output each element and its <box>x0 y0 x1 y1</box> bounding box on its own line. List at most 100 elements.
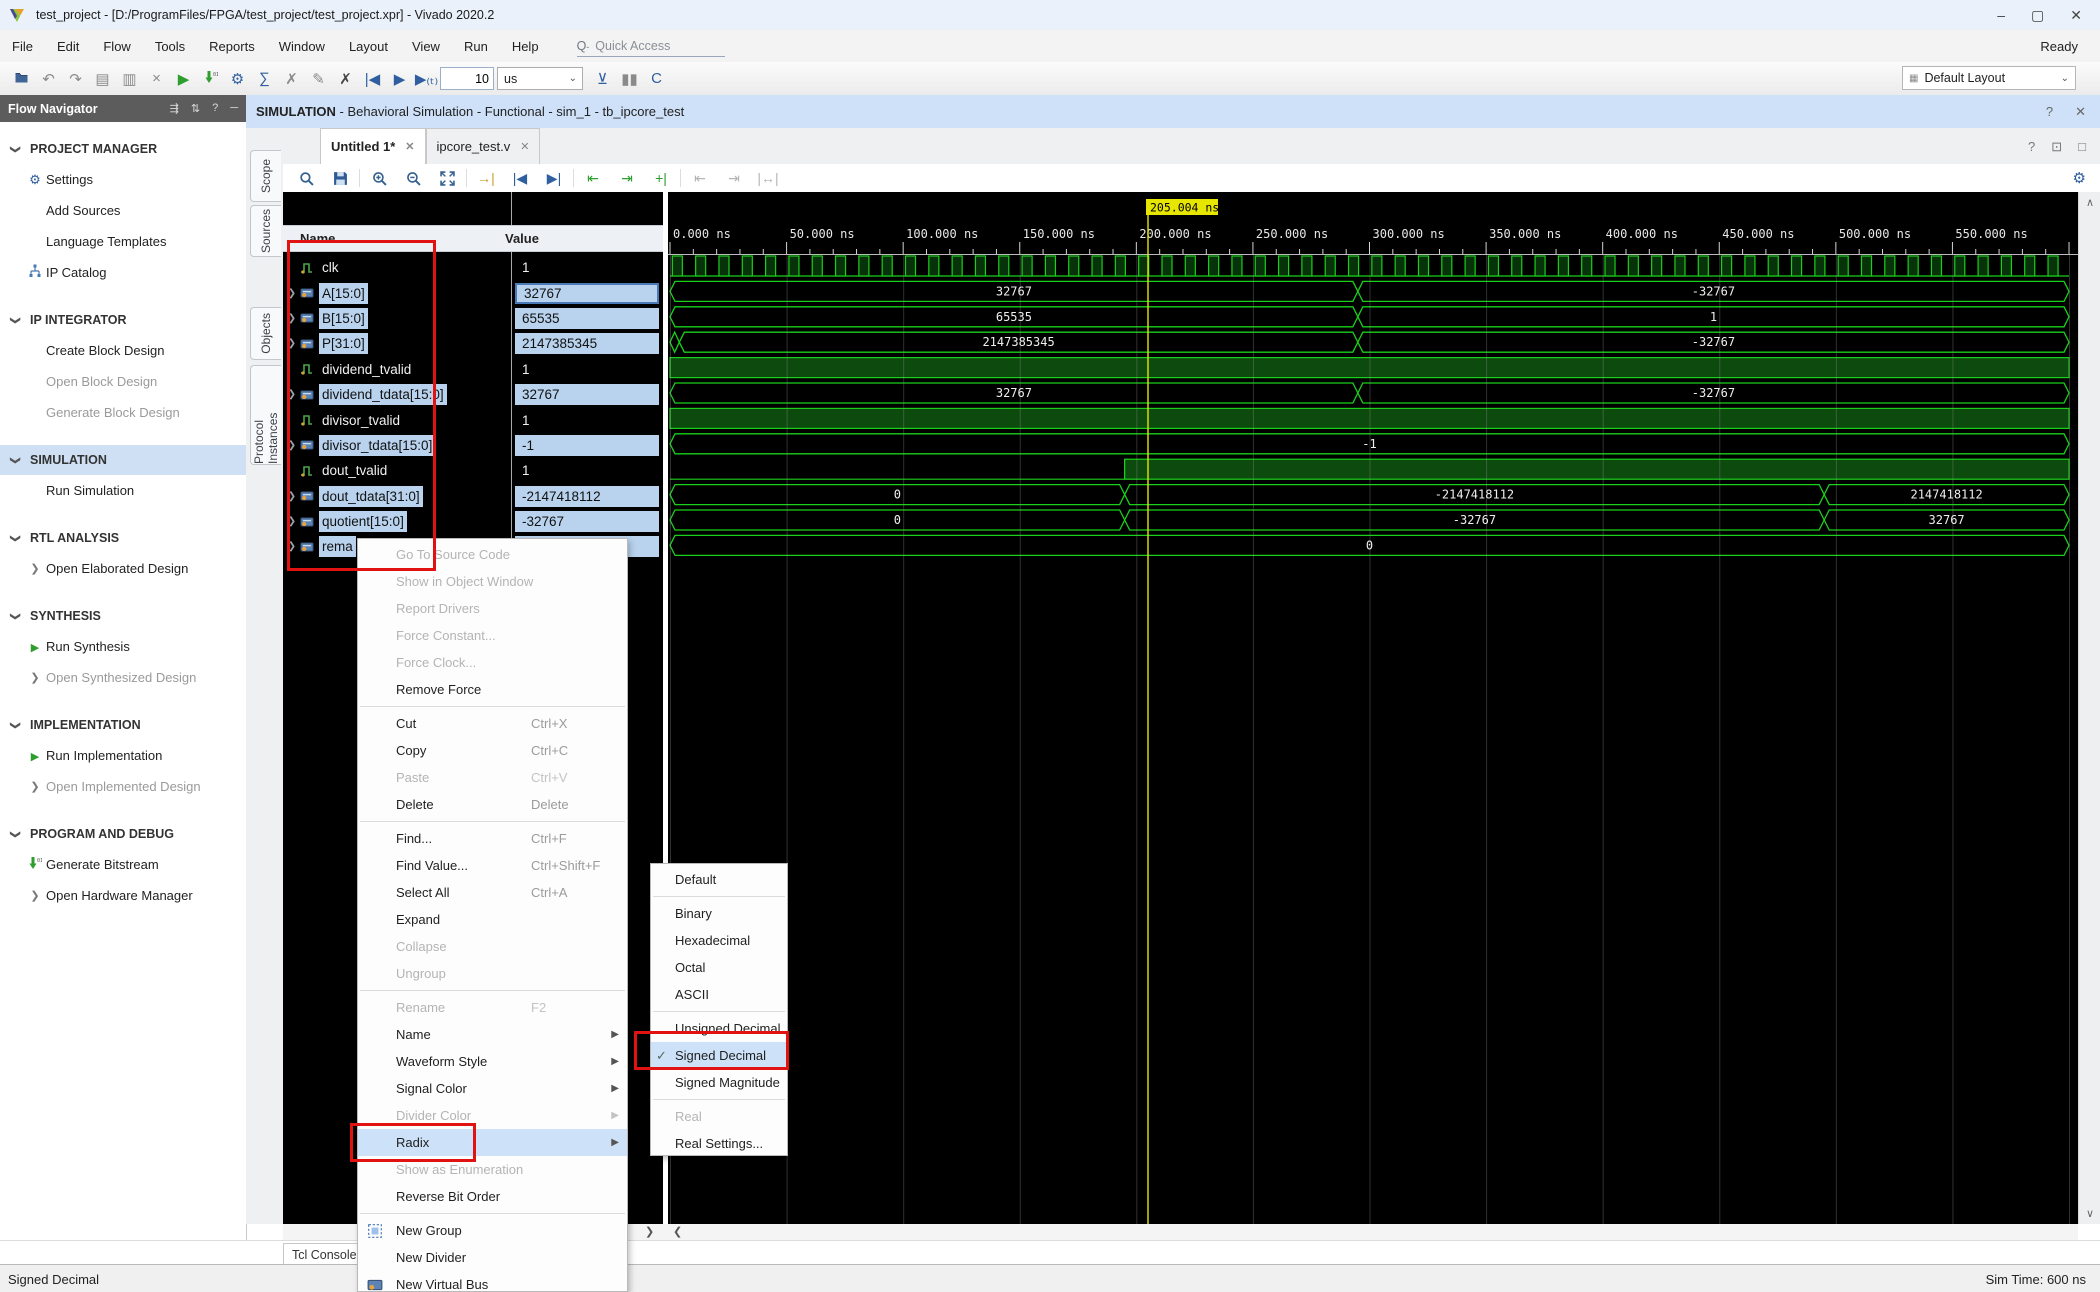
flownav-section-rtl-analysis[interactable]: ❯RTL ANALYSIS <box>0 523 246 553</box>
close-button[interactable]: ✕ <box>2070 7 2082 24</box>
radix-item-binary[interactable]: Binary <box>651 900 787 927</box>
report-sum-icon[interactable]: ∑ <box>251 70 278 87</box>
radix-item-default[interactable]: Default <box>651 866 787 893</box>
scroll-down-icon[interactable]: ∨ <box>2079 1207 2100 1220</box>
menu-item-reverse-bit-order[interactable]: Reverse Bit Order <box>358 1183 627 1210</box>
flownav-item-run-implementation[interactable]: ▶Run Implementation <box>0 740 246 771</box>
help-icon[interactable]: ? <box>2046 104 2053 120</box>
pause-icon[interactable]: ▮▮ <box>616 70 643 88</box>
expander-icon[interactable]: ❯ <box>285 338 299 349</box>
waveform-canvas[interactable]: 32767-327676553512147385345-3276732767-3… <box>668 192 2078 1224</box>
flownav-item-open-implemented-design[interactable]: ❯Open Implemented Design <box>0 771 246 802</box>
radix-item-signed-decimal[interactable]: ✓Signed Decimal <box>651 1042 787 1069</box>
radix-item-octal[interactable]: Octal <box>651 954 787 981</box>
menu-help[interactable]: Help <box>500 39 551 54</box>
signal-value-b-15-0[interactable]: 65535 <box>511 306 663 331</box>
flownav-item-settings[interactable]: ⚙Settings <box>0 164 246 195</box>
close-panel-icon[interactable]: ✕ <box>2075 104 2086 120</box>
open-project-icon[interactable] <box>8 70 35 88</box>
zoom-fit-icon[interactable] <box>430 171 464 186</box>
flownav-item-open-block-design[interactable]: Open Block Design <box>0 366 246 397</box>
swap-right-icon[interactable]: ⇥ <box>717 170 751 187</box>
menu-item-find-value[interactable]: Find Value...Ctrl+Shift+F <box>358 852 627 879</box>
menu-item-new-virtual-bus[interactable]: New Virtual Bus <box>358 1271 627 1292</box>
prev-transition-icon[interactable]: ⇤ <box>576 170 610 187</box>
settings-icon[interactable]: ⚙ <box>224 70 251 88</box>
signal-value-dout-tvalid[interactable]: 1 <box>511 458 663 483</box>
close-icon[interactable]: ✕ <box>520 140 529 153</box>
menu-item-waveform-style[interactable]: Waveform Style▶ <box>358 1048 627 1075</box>
menu-tools[interactable]: Tools <box>143 39 197 54</box>
breakpoint-icon[interactable]: ✗ <box>278 70 305 88</box>
copy-icon[interactable]: ▤ <box>89 70 116 88</box>
scroll-right-icon[interactable]: ❯ <box>645 1225 654 1238</box>
radix-item-ascii[interactable]: ASCII <box>651 981 787 1008</box>
swap-left-icon[interactable]: ⇤ <box>683 170 717 187</box>
zoom-in-icon[interactable] <box>362 171 396 186</box>
tab-untitled-1[interactable]: Untitled 1*✕ <box>320 128 426 164</box>
flownav-item-add-sources[interactable]: Add Sources <box>0 195 246 226</box>
scroll-left-icon[interactable]: ❮ <box>673 1225 682 1238</box>
expander-icon[interactable]: ❯ <box>285 516 299 527</box>
restart-icon[interactable]: |◀ <box>359 70 386 88</box>
menu-item-find[interactable]: Find...Ctrl+F <box>358 825 627 852</box>
menu-flow[interactable]: Flow <box>91 39 142 54</box>
go-to-cursor-icon[interactable]: →| <box>469 170 503 186</box>
menu-layout[interactable]: Layout <box>337 39 400 54</box>
collapse-all-icon[interactable]: ⇶ <box>170 102 179 115</box>
flownav-section-program-and-debug[interactable]: ❯PROGRAM AND DEBUG <box>0 819 246 849</box>
run-all-icon[interactable]: ▶ <box>386 70 413 88</box>
menu-item-new-group[interactable]: New Group <box>358 1217 627 1244</box>
flownav-item-create-block-design[interactable]: Create Block Design <box>0 335 246 366</box>
menu-item-new-divider[interactable]: New Divider <box>358 1244 627 1271</box>
expander-icon[interactable]: ❯ <box>285 288 299 299</box>
signal-value-divisor-tvalid[interactable]: 1 <box>511 407 663 432</box>
radix-item-real-settings[interactable]: Real Settings... <box>651 1130 787 1157</box>
run-steps-icon[interactable]: 01 <box>197 70 224 88</box>
radix-item-hexadecimal[interactable]: Hexadecimal <box>651 927 787 954</box>
zoom-out-icon[interactable] <box>396 171 430 186</box>
signal-value-a-15-0[interactable]: 32767 <box>511 280 663 305</box>
paste-icon[interactable]: ▥ <box>116 70 143 88</box>
expander-icon[interactable]: ❯ <box>285 389 299 400</box>
menu-item-expand[interactable]: Expand <box>358 906 627 933</box>
name-column-header[interactable]: Name <box>283 231 494 246</box>
menu-reports[interactable]: Reports <box>197 39 267 54</box>
run-icon[interactable]: ▶ <box>170 70 197 88</box>
minimize-panel-icon[interactable]: ─ <box>230 102 238 115</box>
flownav-section-ip-integrator[interactable]: ❯IP INTEGRATOR <box>0 305 246 335</box>
signal-value-dividend-tdata-15-0[interactable]: 32767 <box>511 382 663 407</box>
help-icon[interactable]: ? <box>2028 139 2035 155</box>
step-icon[interactable]: ⊻ <box>589 70 616 88</box>
flownav-item-generate-block-design[interactable]: Generate Block Design <box>0 397 246 428</box>
relaunch-icon[interactable]: C <box>643 70 670 87</box>
tab-ipcore-test[interactable]: ipcore_test.v✕ <box>426 128 541 164</box>
signal-value-divisor-tdata-15-0[interactable]: -1 <box>511 433 663 458</box>
time-unit-select[interactable]: us⌄ <box>497 67 583 90</box>
quick-access-search[interactable]: Q- Quick Access <box>577 36 725 57</box>
expand-window-icon[interactable]: □ <box>2078 139 2086 155</box>
menu-view[interactable]: View <box>400 39 452 54</box>
waveform-settings-gear-icon[interactable]: ⚙ <box>2073 169 2086 187</box>
flownav-section-implementation[interactable]: ❯IMPLEMENTATION <box>0 710 246 740</box>
signal-value-clk[interactable]: 1 <box>511 255 663 280</box>
find-icon[interactable] <box>289 171 323 186</box>
minimize-button[interactable]: – <box>1997 7 2005 23</box>
menu-item-signal-color[interactable]: Signal Color▶ <box>358 1075 627 1102</box>
flownav-item-run-simulation[interactable]: Run Simulation <box>0 475 246 506</box>
flownav-item-open-synthesized-design[interactable]: ❯Open Synthesized Design <box>0 662 246 693</box>
expander-icon[interactable]: ❯ <box>285 541 299 552</box>
side-tab-scope[interactable]: Scope <box>250 150 281 202</box>
signal-value-dividend-tvalid[interactable]: 1 <box>511 357 663 382</box>
vertical-scrollbar[interactable]: ∧ ∨ <box>2078 192 2100 1224</box>
menu-item-remove-force[interactable]: Remove Force <box>358 676 627 703</box>
menu-file[interactable]: File <box>0 39 45 54</box>
menu-item-select-all[interactable]: Select AllCtrl+A <box>358 879 627 906</box>
go-to-end-icon[interactable]: ▶| <box>537 170 571 187</box>
menu-edit[interactable]: Edit <box>45 39 91 54</box>
save-waveform-icon[interactable] <box>323 171 357 186</box>
marker-span-icon[interactable]: |↔| <box>751 170 785 186</box>
flownav-item-ip-catalog[interactable]: IP Catalog <box>0 257 246 288</box>
expander-icon[interactable]: ❯ <box>285 440 299 451</box>
scroll-up-icon[interactable]: ∧ <box>2079 196 2100 209</box>
